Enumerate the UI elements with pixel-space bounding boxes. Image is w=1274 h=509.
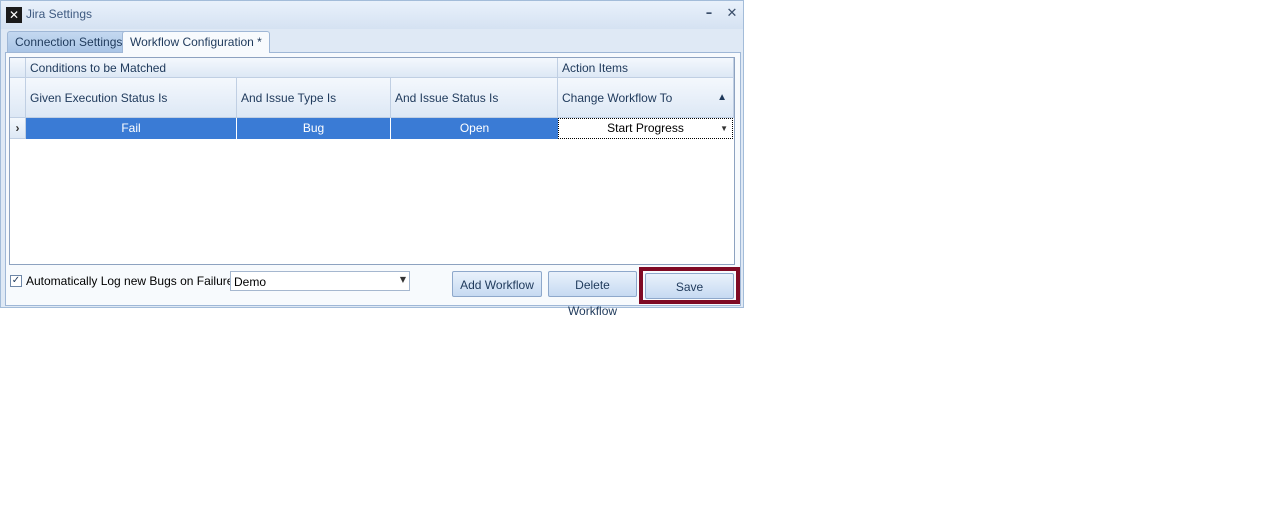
conditions-group-header: Conditions to be Matched xyxy=(26,58,558,78)
row-indicator-icon[interactable]: › xyxy=(10,118,26,139)
title-bar[interactable]: ✕ Jira Settings – ✕ xyxy=(1,1,743,29)
cell-change-workflow-dropdown[interactable]: Start Progress ▼ xyxy=(558,118,733,139)
app-icon: ✕ xyxy=(6,7,22,23)
delete-workflow-button[interactable]: Delete Workflow xyxy=(548,271,637,318)
auto-log-label[interactable]: Automatically Log new Bugs on Failure xyxy=(26,274,233,288)
close-button[interactable]: ✕ xyxy=(724,6,740,22)
add-workflow-button[interactable]: Add Workflow xyxy=(452,271,542,297)
auto-log-checkbox[interactable]: ✓ xyxy=(10,275,22,287)
column-header-issue-status[interactable]: And Issue Status Is xyxy=(391,78,558,118)
tab-workflow-configuration[interactable]: Workflow Configuration * xyxy=(122,31,270,53)
cell-issue-type[interactable]: Bug xyxy=(237,118,391,139)
column-header-issue-type[interactable]: And Issue Type Is xyxy=(237,78,391,118)
cell-execution-status[interactable]: Fail xyxy=(26,118,237,139)
column-header-change-workflow[interactable]: Change Workflow To ▲ xyxy=(558,78,734,118)
project-combobox-value: Demo xyxy=(234,275,267,289)
tab-connection-settings[interactable]: Connection Settings xyxy=(7,31,131,52)
chevron-down-icon[interactable]: ▼ xyxy=(720,119,728,138)
sort-ascending-icon: ▲ xyxy=(717,92,727,103)
grid-corner xyxy=(10,58,26,78)
actions-group-header: Action Items xyxy=(558,58,734,78)
project-combobox[interactable]: Demo ▼ xyxy=(230,271,410,291)
jira-settings-window: ✕ Jira Settings – ✕ Connection Settings … xyxy=(0,0,744,318)
header-indicator xyxy=(10,78,26,118)
cell-issue-status[interactable]: Open xyxy=(391,118,558,139)
minimize-button[interactable]: – xyxy=(701,6,717,22)
workflow-grid: Conditions to be Matched Action Items Gi… xyxy=(9,57,735,265)
column-header-change-workflow-label: Change Workflow To xyxy=(562,91,673,105)
window-title: Jira Settings xyxy=(26,7,93,21)
column-header-execution-status[interactable]: Given Execution Status Is xyxy=(26,78,237,118)
workflow-dropdown-value: Start Progress xyxy=(607,121,684,135)
chevron-down-icon[interactable]: ▼ xyxy=(400,275,406,284)
save-button-highlight-box xyxy=(639,267,740,304)
